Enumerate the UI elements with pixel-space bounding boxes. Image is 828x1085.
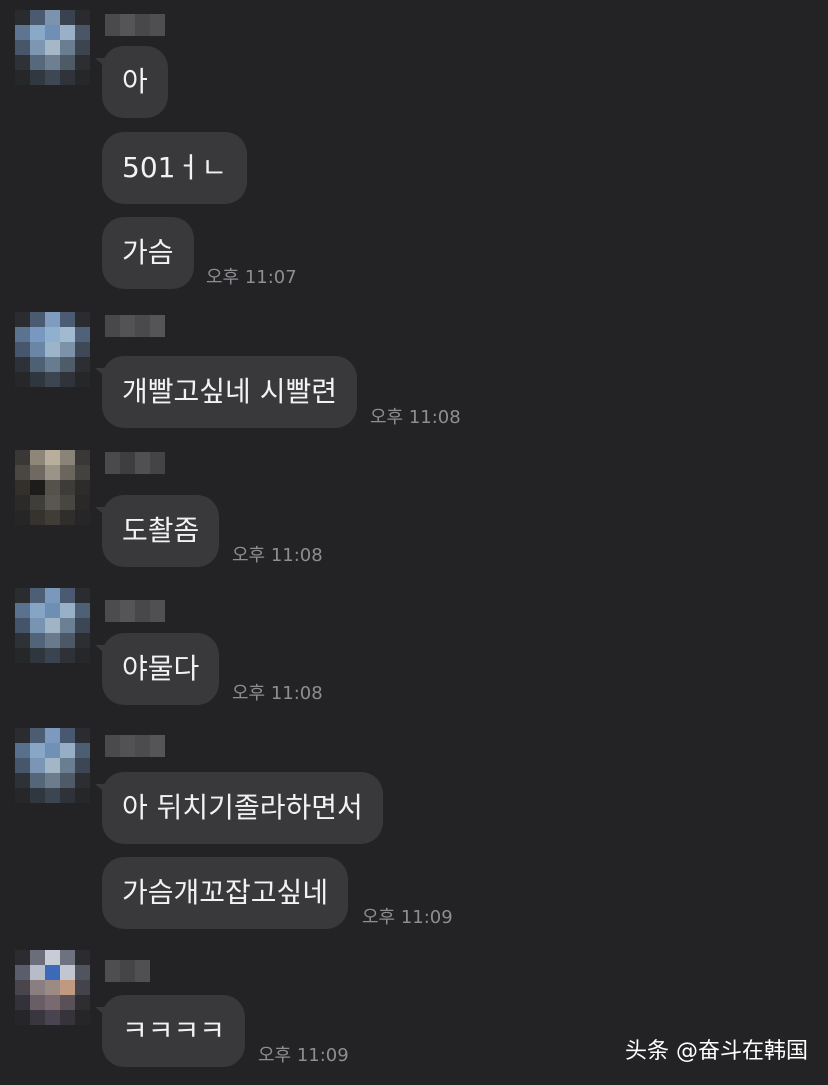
message-bubble[interactable]: 아 뒤치기졸라하면서 <box>95 772 383 844</box>
message-timestamp: 오후 11:08 <box>232 683 323 704</box>
message-timestamp: 오후 11:09 <box>258 1045 349 1066</box>
message-bubble[interactable]: 501ㅓㄴ <box>102 132 247 204</box>
message-text: 501ㅓㄴ <box>122 151 227 184</box>
sender-name <box>105 600 165 622</box>
message-bubble[interactable]: ㅋㅋㅋㅋ <box>94 995 246 1067</box>
message-text: 야물다 <box>122 652 200 685</box>
message-bubble[interactable]: 개빨고싶네 시빨련 <box>95 356 357 428</box>
message-text: ㅋㅋㅋㅋ <box>122 1014 226 1047</box>
message-timestamp: 오후 11:09 <box>362 907 453 928</box>
message-text: 아 뒤치기졸라하면서 <box>122 791 363 824</box>
message-text: 아 <box>122 65 148 98</box>
message-text: 가슴개꼬잡고싶네 <box>122 876 329 909</box>
message-bubble[interactable]: 야물다 <box>94 633 220 705</box>
avatar[interactable] <box>15 450 90 525</box>
avatar[interactable] <box>15 312 90 387</box>
avatar[interactable] <box>15 588 90 663</box>
sender-name <box>105 452 165 474</box>
sender-name <box>105 315 165 337</box>
avatar[interactable] <box>15 728 90 803</box>
message-text: 가슴 <box>122 236 174 269</box>
watermark: 头条 @奋斗在韩国 <box>625 1039 808 1064</box>
avatar[interactable] <box>15 10 90 85</box>
message-bubble[interactable]: 아 <box>95 46 168 118</box>
message-timestamp: 오후 11:07 <box>206 267 297 288</box>
message-text: 도촬좀 <box>122 514 200 547</box>
message-timestamp: 오후 11:08 <box>232 545 323 566</box>
message-timestamp: 오후 11:08 <box>370 407 461 428</box>
message-bubble[interactable]: 도촬좀 <box>94 495 220 567</box>
message-bubble[interactable]: 가슴 <box>102 217 194 289</box>
sender-name <box>105 735 165 757</box>
sender-name <box>105 960 150 982</box>
message-text: 개빨고싶네 시빨련 <box>122 375 337 408</box>
avatar[interactable] <box>15 950 90 1025</box>
sender-name <box>105 14 165 36</box>
message-bubble[interactable]: 가슴개꼬잡고싶네 <box>102 857 349 929</box>
